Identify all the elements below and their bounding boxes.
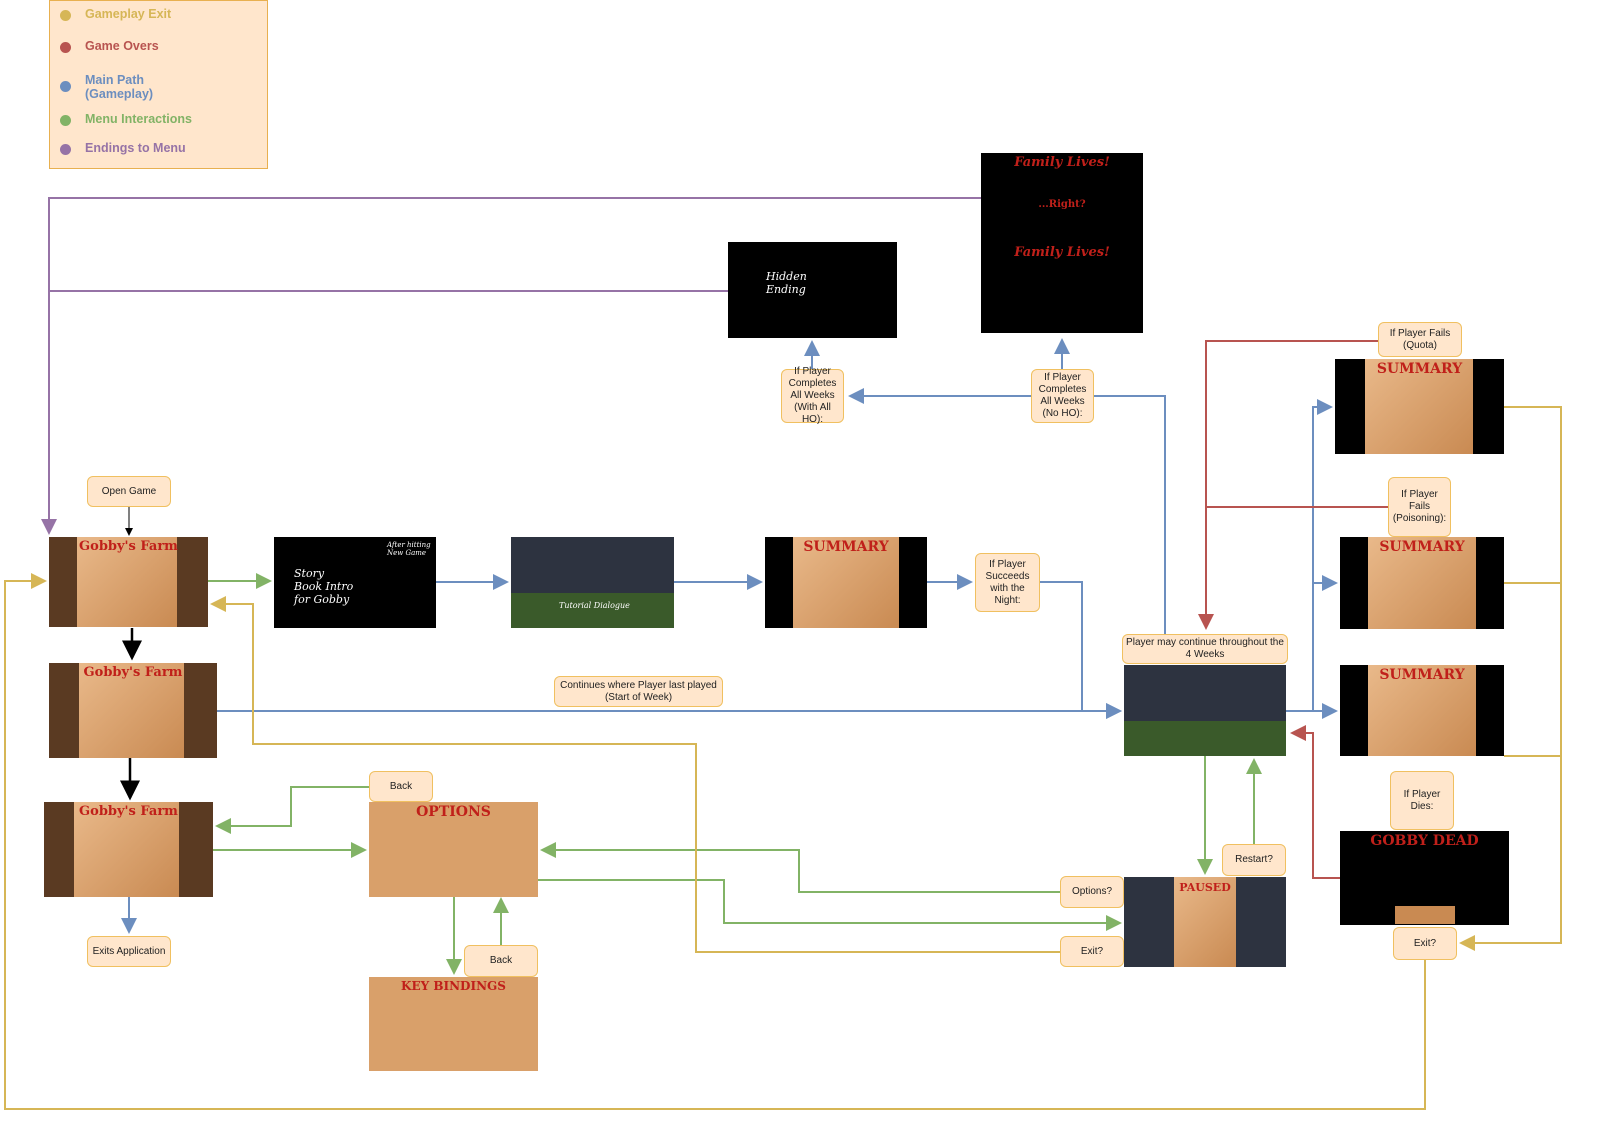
gameplay-screen [1124,665,1286,756]
dead-screen: GOBBY DEAD [1340,831,1509,925]
complete-no-ho-label: If Player Completes All Weeks (No HO): [1031,369,1094,423]
paused-screen: PAUSED [1124,877,1286,967]
options-back-label: Back [369,771,433,802]
keybind-back-label: Back [464,945,538,977]
complete-with-ho-label: If Player Completes All Weeks (With All … [781,366,844,425]
exit-button-label: Exit? [1393,927,1457,960]
legend-item: Endings to Menu [60,141,186,155]
summary-screen-success: SUMMARY [765,537,927,628]
summary-screen-continue: SUMMARY [1340,665,1504,756]
fails-quota-label: If Player Fails (Quota) [1378,322,1462,357]
title-screen-1: Gobby's Farm [49,537,208,627]
summary-screen-quota: SUMMARY [1335,359,1504,454]
legend-item: Game Overs [60,39,159,53]
legend-item: Main Path (Gameplay) [60,73,190,101]
title-screen-2: Gobby's Farm [49,663,217,758]
story-book-screen: Story Book Intro for Gobby After hitting … [274,537,436,628]
player-may-continue-label: Player may continue throughout the 4 Wee… [1122,634,1288,664]
title-screen-3: Gobby's Farm [44,802,213,897]
dies-label: If Player Dies: [1390,771,1454,830]
legend-item: Gameplay Exit [60,7,171,21]
tutorial-screen: Tutorial Dialogue [511,537,674,628]
exits-application-label: Exits Application [87,936,171,967]
legend-item: Menu Interactions [60,112,192,126]
paused-options-label: Options? [1060,876,1124,908]
key-bindings-screen: KEY BINDINGS [369,977,538,1071]
open-game-label: Open Game [87,476,171,507]
summary-screen-poisoning: SUMMARY [1340,537,1504,629]
paused-restart-label: Restart? [1222,844,1286,876]
family-lives-screen: Family Lives! ...Right? Family Lives! [981,153,1143,333]
succeeds-night-label: If Player Succeeds with the Night: [975,553,1040,612]
legend: Gameplay Exit Game Overs Main Path (Game… [49,0,268,169]
continues-label: Continues where Player last played (Star… [554,676,723,707]
options-screen: OPTIONS [369,802,538,897]
hidden-ending-screen: Hidden Ending [728,242,897,338]
flow-diagram: Gameplay Exit Game Overs Main Path (Game… [0,0,1600,1138]
fails-poisoning-label: If Player Fails (Poisoning): [1388,477,1451,537]
paused-exit-label: Exit? [1060,936,1124,967]
